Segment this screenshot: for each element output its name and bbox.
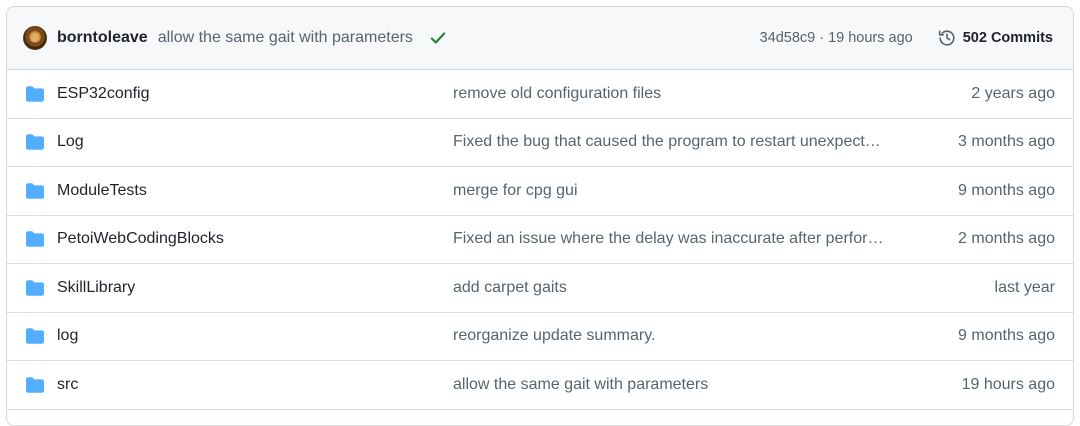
folder-name-link[interactable]: PetoiWebCodingBlocks [57, 230, 453, 248]
file-row-src[interactable]: src allow the same gait with parameters … [7, 361, 1073, 410]
last-commit-date: 9 months ago [958, 181, 1055, 199]
last-commit-message-link[interactable]: allow the same gait with parameters [453, 376, 917, 394]
last-commit-message-link[interactable]: reorganize update summary. [453, 327, 917, 345]
folder-icon [25, 376, 45, 394]
last-commit-date: 19 hours ago [961, 375, 1055, 393]
folder-name-link[interactable]: ESP32config [57, 85, 453, 103]
user-avatar[interactable] [23, 26, 47, 50]
last-commit-date: 2 years ago [971, 84, 1055, 102]
file-rows: ESP32config remove old configuration fil… [7, 70, 1073, 410]
last-commit-date: 2 months ago [958, 230, 1055, 248]
folder-name-link[interactable]: src [57, 376, 453, 394]
commits-history-link[interactable]: 502 Commits [931, 24, 1059, 52]
folder-icon [25, 85, 45, 103]
history-icon [938, 30, 955, 46]
file-row-log[interactable]: Log Fixed the bug that caused the progra… [7, 119, 1073, 167]
folder-icon [25, 182, 45, 200]
last-commit-message-link[interactable]: merge for cpg gui [453, 182, 917, 200]
folder-name-link[interactable]: Log [57, 133, 453, 151]
file-row-skilllibrary[interactable]: SkillLibrary add carpet gaits last year [7, 264, 1073, 313]
last-commit-date: 3 months ago [958, 133, 1055, 151]
file-row-log[interactable]: log reorganize update summary. 9 months … [7, 313, 1073, 361]
folder-name-link[interactable]: ModuleTests [57, 182, 453, 200]
last-commit-date: 9 months ago [958, 327, 1055, 345]
file-row-moduletests[interactable]: ModuleTests merge for cpg gui 9 months a… [7, 167, 1073, 216]
last-commit-message-link[interactable]: Fixed an issue where the delay was inacc… [453, 230, 917, 248]
folder-name-link[interactable]: SkillLibrary [57, 279, 453, 297]
folder-icon [25, 327, 45, 345]
file-row-esp32config[interactable]: ESP32config remove old configuration fil… [7, 70, 1073, 119]
folder-name-link[interactable]: log [57, 327, 453, 345]
folder-icon [25, 279, 45, 297]
latest-commit-header: borntoleave allow the same gait with par… [7, 7, 1073, 70]
folder-icon [25, 230, 45, 248]
commits-count-label: 502 Commits [962, 30, 1053, 46]
file-row-petoiwebcodingblocks[interactable]: PetoiWebCodingBlocks Fixed an issue wher… [7, 216, 1073, 264]
last-commit-date: last year [994, 278, 1055, 296]
last-commit-message-link[interactable]: remove old configuration files [453, 85, 917, 103]
file-list: borntoleave allow the same gait with par… [6, 6, 1074, 426]
folder-icon [25, 133, 45, 151]
last-commit-message-link[interactable]: Fixed the bug that caused the program to… [453, 133, 917, 151]
commit-message-link[interactable]: allow the same gait with parameters [158, 29, 413, 47]
commit-author-link[interactable]: borntoleave [57, 29, 148, 47]
last-commit-message-link[interactable]: add carpet gaits [453, 279, 917, 297]
check-icon[interactable] [429, 29, 447, 47]
commit-hash-and-time[interactable]: 34d58c9 · 19 hours ago [760, 30, 913, 46]
